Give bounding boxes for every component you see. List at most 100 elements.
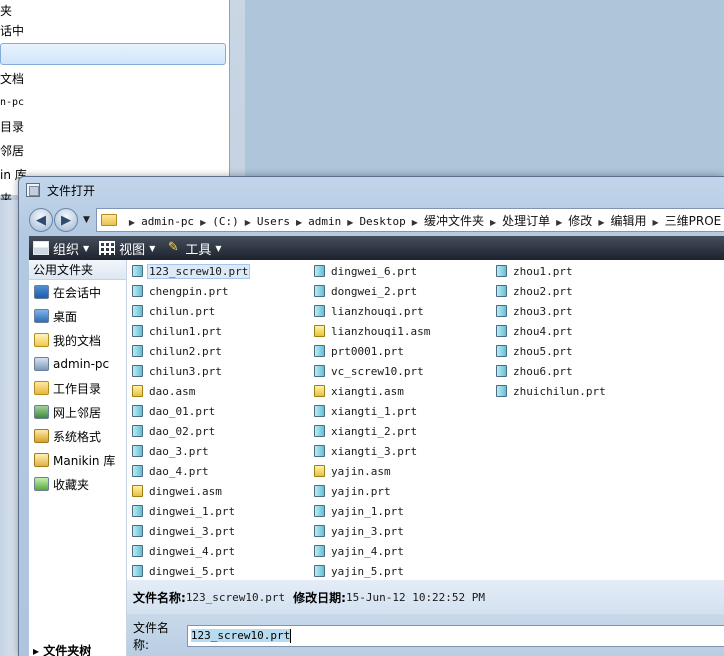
details-name-label: 文件名称: [133, 590, 186, 605]
breadcrumb-segment[interactable]: 处理订单 [502, 214, 550, 228]
file-item[interactable]: lianzhouqi.prt [314, 301, 425, 321]
breadcrumb-segment[interactable]: Desktop [359, 215, 405, 228]
part-file-icon [132, 445, 143, 457]
dialog-titlebar[interactable]: 文件打开 [19, 177, 724, 203]
common-folders-sidebar: 公用文件夹 在会话中 桌面 我的文档 admin-pc 工作目录 网上邻居 系统格式 Mani… [29, 260, 127, 656]
part-file-icon [496, 365, 507, 377]
file-item[interactable]: zhou3.prt [496, 301, 574, 321]
background-nav-item[interactable]: 话中 [0, 20, 24, 42]
file-item[interactable]: zhou2.prt [496, 281, 574, 301]
window-app-icon[interactable] [26, 183, 40, 197]
sidebar-item[interactable]: 收藏夹 [29, 472, 126, 496]
breadcrumb-segment[interactable]: 三维PROE [665, 214, 722, 228]
breadcrumb-separator-icon[interactable]: ▶ [296, 218, 302, 227]
sidebar-item[interactable]: 系统格式 [29, 424, 126, 448]
breadcrumb-separator-icon[interactable]: ▶ [412, 218, 418, 227]
sidebar-item[interactable]: 我的文档 [29, 328, 126, 352]
file-item[interactable]: yajin_3.prt [314, 521, 405, 541]
forward-arrow-icon[interactable]: ▶ [54, 208, 78, 232]
sidebar-item[interactable]: 桌面 [29, 304, 126, 328]
breadcrumb-separator-icon[interactable]: ▶ [245, 218, 251, 227]
folder-tree-toggle[interactable]: ▸ 文件夹树 [33, 642, 91, 656]
organize-menu-button[interactable]: 组织 ▼ [33, 239, 89, 258]
file-item[interactable]: dingwei_3.prt [132, 521, 236, 541]
file-item[interactable]: xiangti_1.prt [314, 401, 418, 421]
file-name: chilun1.prt [149, 324, 222, 338]
organize-label: 组织 [53, 242, 80, 258]
file-item[interactable]: yajin_1.prt [314, 501, 405, 521]
breadcrumb-separator-icon[interactable]: ▶ [652, 218, 658, 227]
breadcrumb-separator-icon[interactable]: ▶ [490, 218, 496, 227]
sidebar-item[interactable]: admin-pc [29, 352, 126, 376]
file-item[interactable]: dao_02.prt [132, 421, 216, 441]
breadcrumb-separator-icon[interactable]: ▶ [129, 218, 135, 227]
file-item[interactable]: dao_01.prt [132, 401, 216, 421]
details-date-label: 修改日期: [293, 590, 346, 605]
file-item[interactable]: 123_screw10.prt [132, 261, 251, 281]
back-arrow-icon[interactable]: ◀ [29, 208, 53, 232]
breadcrumb-segment[interactable]: 缓冲文件夹 [424, 214, 484, 228]
recent-locations-chevron-down-icon[interactable]: ▼ [83, 215, 90, 225]
file-item[interactable]: chengpin.prt [132, 281, 229, 301]
file-item[interactable]: dingwei.asm [132, 481, 223, 501]
file-item[interactable]: vc_screw10.prt [314, 361, 425, 381]
part-file-icon [132, 525, 143, 537]
file-item[interactable]: prt0001.prt [314, 341, 405, 361]
file-item[interactable]: dingwei_4.prt [132, 541, 236, 561]
background-nav-item[interactable]: 文档 [0, 68, 24, 90]
background-nav-item-selected[interactable] [0, 43, 226, 65]
file-item[interactable]: zhou5.prt [496, 341, 574, 361]
breadcrumb-segment[interactable]: (C:) [212, 215, 239, 228]
file-item[interactable]: chilun3.prt [132, 361, 223, 381]
breadcrumb-separator-icon[interactable]: ▶ [556, 218, 562, 227]
file-item[interactable]: yajin.asm [314, 461, 392, 481]
file-item[interactable]: chilun.prt [132, 301, 216, 321]
file-item[interactable]: dingwei_1.prt [132, 501, 236, 521]
view-menu-button[interactable]: 视图 ▼ [99, 239, 155, 258]
background-nav-item[interactable]: 邻居 [0, 140, 24, 162]
file-item[interactable]: zhou6.prt [496, 361, 574, 381]
file-item[interactable]: yajin_5.prt [314, 561, 405, 581]
file-item[interactable]: chilun1.prt [132, 321, 223, 341]
file-item[interactable]: xiangti_2.prt [314, 421, 418, 441]
file-name: dao_02.prt [149, 424, 216, 438]
part-file-icon [314, 265, 325, 277]
file-item[interactable]: dao_3.prt [132, 441, 210, 461]
background-nav-item[interactable]: 夹 [0, 0, 12, 22]
file-name: zhou5.prt [513, 344, 573, 358]
sidebar-item[interactable]: 在会话中 [29, 280, 126, 304]
file-item[interactable]: dingwei_5.prt [132, 561, 236, 581]
breadcrumb-segment[interactable]: 修改 [568, 214, 592, 228]
file-item[interactable]: dingwei_6.prt [314, 261, 418, 281]
filename-input[interactable]: 123_screw10.prt [186, 624, 724, 647]
file-name: chilun3.prt [149, 364, 222, 378]
file-item[interactable]: zhou1.prt [496, 261, 574, 281]
sidebar-item[interactable]: 工作目录 [29, 376, 126, 400]
file-list: 123_screw10.prt chengpin.prt chilun.prt chi… [127, 260, 724, 580]
breadcrumb-segment[interactable]: 编辑用 [610, 214, 646, 228]
file-item[interactable]: dao.asm [132, 381, 196, 401]
breadcrumb-segment[interactable]: admin-pc [141, 215, 194, 228]
file-item[interactable]: dao_4.prt [132, 461, 210, 481]
breadcrumb-separator-icon[interactable]: ▶ [200, 218, 206, 227]
file-item[interactable]: lianzhouqi1.asm [314, 321, 431, 341]
file-item[interactable]: xiangti.asm [314, 381, 405, 401]
file-item[interactable]: yajin_4.prt [314, 541, 405, 561]
breadcrumb-separator-icon[interactable]: ▶ [598, 218, 604, 227]
breadcrumb-segment[interactable]: admin [308, 215, 341, 228]
file-item[interactable]: xiangti_3.prt [314, 441, 418, 461]
sidebar-item[interactable]: Manikin 库 [29, 448, 126, 472]
breadcrumb-separator-icon[interactable]: ▶ [347, 218, 353, 227]
tools-menu-button[interactable]: ✎ 工具 ▼ [165, 239, 222, 258]
file-item[interactable]: yajin.prt [314, 481, 392, 501]
file-item[interactable]: zhou4.prt [496, 321, 574, 341]
part-file-icon [496, 285, 507, 297]
file-item[interactable]: chilun2.prt [132, 341, 223, 361]
background-nav-item[interactable]: n-pc [0, 92, 24, 114]
file-item[interactable]: dongwei_2.prt [314, 281, 418, 301]
breadcrumb-segment[interactable]: Users [257, 215, 290, 228]
background-nav-item[interactable]: 目录 [0, 116, 24, 138]
sidebar-item[interactable]: 网上邻居 [29, 400, 126, 424]
address-bar[interactable]: ▶ admin-pc ▶ (C:) ▶ Users ▶ admin ▶ Desktop ▶ 缓冲文件夹… [95, 208, 724, 232]
file-item[interactable]: zhuichilun.prt [496, 381, 607, 401]
